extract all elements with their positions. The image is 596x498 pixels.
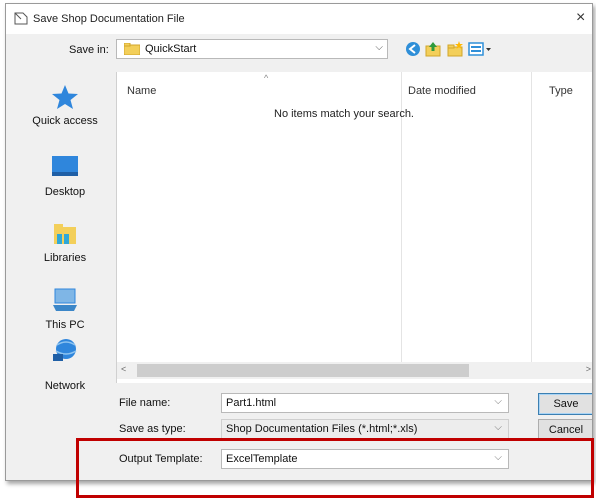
app-icon — [14, 12, 28, 25]
quick-access-star-icon — [52, 85, 78, 109]
scroll-left-icon[interactable]: < — [121, 364, 126, 374]
save-as-type-label: Save as type: — [119, 423, 186, 435]
place-quick-access[interactable]: Quick access — [14, 84, 116, 140]
save-as-type-value: Shop Documentation Files (*.html;*.xls) — [226, 423, 418, 435]
back-icon[interactable] — [404, 40, 422, 58]
libraries-icon — [54, 224, 76, 244]
column-header-date-modified[interactable]: Date modified — [408, 85, 476, 97]
this-pc-icon — [53, 288, 77, 311]
save-as-type-select[interactable]: Shop Documentation Files (*.html;*.xls) … — [221, 419, 509, 439]
close-icon[interactable]: × — [576, 9, 585, 27]
scrollbar-thumb[interactable] — [137, 364, 469, 377]
column-divider — [531, 72, 532, 362]
place-label: Libraries — [43, 252, 87, 264]
place-network[interactable]: Network — [14, 338, 116, 398]
place-desktop[interactable]: Desktop — [14, 154, 116, 210]
new-folder-icon[interactable] — [446, 40, 464, 58]
scroll-right-icon[interactable]: > — [586, 364, 591, 374]
place-label: Network — [44, 380, 86, 392]
desktop-icon — [52, 156, 78, 176]
save-in-combobox[interactable]: QuickStart ⌵ — [116, 39, 388, 59]
file-name-input[interactable]: Part1.html ⌵ — [221, 393, 509, 413]
empty-search-message: No items match your search. — [274, 108, 414, 120]
network-icon — [53, 339, 77, 361]
save-in-value: QuickStart — [145, 43, 197, 55]
file-name-label: File name: — [119, 397, 171, 409]
horizontal-scrollbar[interactable]: < > — [117, 362, 592, 379]
place-label: This PC — [45, 319, 85, 331]
chevron-down-icon: ⌵ — [375, 42, 383, 53]
file-list[interactable]: ^ Name Date modified Type No items match… — [116, 72, 592, 383]
save-button[interactable]: Save — [538, 393, 592, 415]
title-bar: Save Shop Documentation File × — [6, 4, 592, 34]
place-this-pc[interactable]: This PC — [14, 288, 116, 344]
places-bar: Quick access Desktop Libraries This PC N… — [14, 72, 116, 402]
sort-indicator-icon: ^ — [264, 73, 269, 83]
up-folder-icon[interactable] — [424, 40, 442, 58]
highlight-annotation-box — [76, 438, 594, 498]
chevron-down-icon: ⌵ — [494, 422, 502, 433]
column-header-type[interactable]: Type — [549, 85, 573, 97]
file-name-value: Part1.html — [226, 397, 277, 409]
chevron-down-icon[interactable]: ⌵ — [494, 396, 502, 407]
place-label: Desktop — [44, 186, 86, 198]
folder-icon — [124, 43, 140, 55]
save-dialog: Save Shop Documentation File × Save in: … — [5, 3, 593, 481]
save-in-label: Save in: — [69, 44, 109, 56]
place-label: Quick access — [32, 115, 98, 127]
column-header-name[interactable]: Name — [127, 85, 156, 97]
place-libraries[interactable]: Libraries — [14, 222, 116, 278]
view-menu-icon[interactable] — [468, 40, 492, 58]
window-title: Save Shop Documentation File — [33, 13, 185, 25]
